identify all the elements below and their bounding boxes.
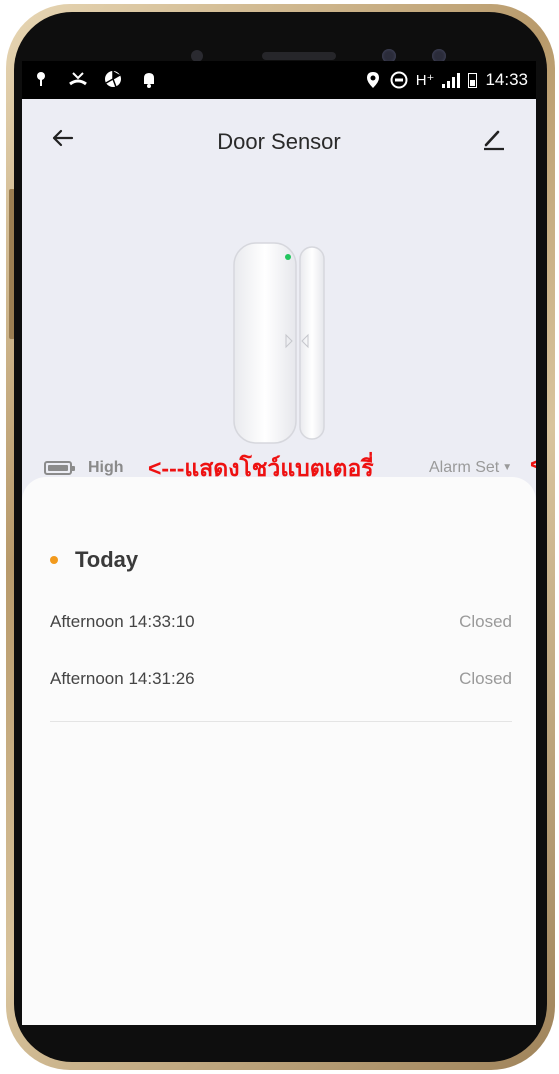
app-header: Door Sensor xyxy=(22,99,536,179)
earpiece-speaker xyxy=(262,52,336,60)
history-time: Afternoon 14:31:26 xyxy=(50,669,195,688)
alarm-annotation: <-- xyxy=(530,451,536,478)
status-battery-icon xyxy=(468,72,478,88)
caret-down-icon: ▼ xyxy=(502,462,513,474)
history-card: Today Afternoon 14:33:10 Closed Afternoo… xyxy=(22,477,536,1025)
missed-call-icon xyxy=(68,70,87,88)
page-title: Door Sensor xyxy=(217,129,341,154)
section-today: Today xyxy=(75,547,139,572)
pencil-edit-icon xyxy=(484,130,504,151)
status-bar: H⁺ 14:33 xyxy=(22,61,536,99)
divider xyxy=(50,721,512,722)
edit-button[interactable] xyxy=(478,123,508,153)
door-sensor-image xyxy=(233,242,325,444)
location-pin-icon xyxy=(364,71,382,89)
history-row[interactable]: Afternoon 14:31:26 Closed xyxy=(50,669,512,709)
unknown-app-icon xyxy=(104,70,122,88)
battery-level: High xyxy=(88,459,124,476)
history-state: Closed xyxy=(459,612,512,631)
alarm-set-dropdown[interactable]: Alarm Set ▼ xyxy=(429,459,512,477)
alarm-set-label: Alarm Set xyxy=(429,459,500,476)
app-screen: H⁺ 14:33 Door Sensor High <---แสดงโชว์แบ… xyxy=(22,61,536,1025)
notification-bell-icon xyxy=(140,70,158,88)
status-time: 14:33 xyxy=(485,70,528,89)
today-dot-icon xyxy=(50,556,58,564)
signal-strength-icon xyxy=(442,72,461,88)
history-time: Afternoon 14:33:10 xyxy=(50,612,195,631)
history-row[interactable]: Afternoon 14:33:10 Closed xyxy=(50,612,512,652)
battery-icon xyxy=(44,461,75,475)
history-state: Closed xyxy=(459,669,512,688)
do-not-disturb-icon xyxy=(390,71,408,89)
location-dot-icon xyxy=(32,70,50,88)
network-type: H⁺ xyxy=(415,72,435,89)
